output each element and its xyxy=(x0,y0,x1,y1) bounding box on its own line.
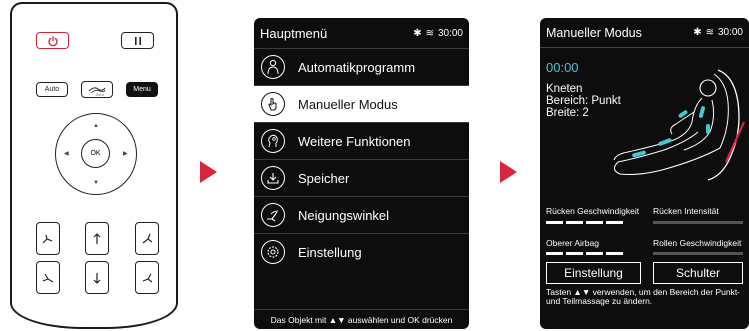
pause-button[interactable] xyxy=(121,32,154,49)
menu-item-neigungswinkel[interactable]: Neigungswinkel xyxy=(254,196,469,233)
massage-chair-body-icon xyxy=(613,69,746,181)
status-bar: Manueller Modus ✱ ≋ 30:00 xyxy=(540,18,749,48)
recline-up-icon xyxy=(42,234,53,243)
session-time: 30:00 xyxy=(437,27,463,39)
menu-item-label: Speicher xyxy=(298,170,350,186)
legrest-down-button[interactable] xyxy=(85,261,109,294)
backrest-down-icon xyxy=(142,273,153,282)
menu-item-einstellung[interactable]: Einstellung xyxy=(254,233,469,270)
manual-mode-screen: Manueller Modus ✱ ≋ 30:00 00:00 Kneten B… xyxy=(540,18,749,329)
backrest-up-button[interactable] xyxy=(135,222,159,255)
right-arrow-button[interactable]: ▶ xyxy=(123,151,128,157)
status-bar: Hauptmenü ✱ ≋ 30:00 xyxy=(254,18,469,48)
manual-mode-hint: Tasten ▲▼ verwenden, um den Bereich der … xyxy=(546,287,741,306)
heat-icon: ≋ xyxy=(705,27,714,38)
menu-item-label: Weitere Funktionen xyxy=(298,133,411,149)
legrest-up-button[interactable] xyxy=(85,222,109,255)
hand-icon xyxy=(261,92,285,116)
main-menu-title: Hauptmenü xyxy=(260,25,328,41)
upper-airbag-level-1 xyxy=(546,252,563,255)
menu-item-label: Manueller Modus xyxy=(298,96,398,112)
manual-mode-title: Manueller Modus xyxy=(546,25,642,40)
recline-up-button[interactable] xyxy=(36,222,60,255)
person-icon xyxy=(261,55,285,79)
upper-airbag-level-4 xyxy=(606,252,623,255)
backrest-up-icon xyxy=(142,233,153,243)
recline-down-icon xyxy=(42,273,54,283)
schulter-button[interactable]: Schulter xyxy=(653,262,743,284)
back-intensity-label: Rücken Intensität xyxy=(653,206,719,216)
massage-timer: 00:00 xyxy=(546,60,579,75)
menu-item-label: Einstellung xyxy=(298,244,362,260)
main-menu-screen: Hauptmenü ✱ ≋ 30:00 Automatikprogramm Ma… xyxy=(254,18,469,329)
menu-item-speicher[interactable]: Speicher xyxy=(254,159,469,196)
back-speed-label: Rücken Geschwindigkeit xyxy=(546,206,640,216)
ok-button[interactable]: OK xyxy=(81,139,110,168)
head-icon xyxy=(261,129,285,153)
next-step-arrow-2 xyxy=(500,161,517,183)
back-speed-level-3 xyxy=(586,221,603,224)
back-speed-level-2 xyxy=(566,221,583,224)
back-speed-level-1 xyxy=(546,221,563,224)
bluetooth-icon: ✱ xyxy=(693,27,702,38)
remote-control: Auto Zero Menu ▲ ▼ ◀ ▶ OK xyxy=(10,2,178,329)
gear-icon xyxy=(261,240,285,264)
einstellung-button[interactable]: Einstellung xyxy=(546,262,641,284)
roller-speed-bar xyxy=(653,252,743,255)
upper-airbag-label: Oberer Airbag xyxy=(546,238,599,248)
down-arrow-button[interactable]: ▼ xyxy=(93,180,99,186)
roller-speed-label: Rollen Geschwindigkeit xyxy=(653,238,742,248)
menu-item-manueller-modus[interactable]: Manueller Modus xyxy=(254,85,469,122)
upper-airbag-level-3 xyxy=(586,252,603,255)
recline-icon xyxy=(261,203,285,227)
menu-button[interactable]: Menu xyxy=(126,82,158,97)
menu-item-automatikprogramm[interactable]: Automatikprogramm xyxy=(254,48,469,85)
zero-label: Zero xyxy=(95,92,104,97)
power-icon xyxy=(47,35,58,46)
bluetooth-icon: ✱ xyxy=(413,27,422,39)
legrest-down-icon xyxy=(93,272,101,284)
recline-down-button[interactable] xyxy=(36,261,60,294)
backrest-down-button[interactable] xyxy=(135,261,159,294)
legrest-up-icon xyxy=(93,232,101,244)
zero-gravity-button[interactable]: Zero xyxy=(81,81,113,98)
auto-button[interactable]: Auto xyxy=(36,82,68,97)
main-menu-hint: Das Objekt mit ▲▼ auswählen und OK drück… xyxy=(254,309,469,329)
back-intensity-bar xyxy=(653,221,743,224)
power-button[interactable] xyxy=(36,32,69,49)
back-speed-level-4 xyxy=(606,221,623,224)
menu-item-label: Neigungswinkel xyxy=(298,207,390,223)
direction-pad: ▲ ▼ ◀ ▶ OK xyxy=(55,113,137,195)
menu-item-weitere-funktionen[interactable]: Weitere Funktionen xyxy=(254,122,469,159)
menu-item-label: Automatikprogramm xyxy=(298,59,416,75)
left-arrow-button[interactable]: ◀ xyxy=(64,151,69,157)
next-step-arrow-1 xyxy=(200,161,217,183)
heat-icon: ≋ xyxy=(425,27,434,39)
up-arrow-button[interactable]: ▲ xyxy=(93,123,99,129)
pause-icon xyxy=(134,36,141,45)
session-time: 30:00 xyxy=(717,27,743,38)
upper-airbag-level-2 xyxy=(566,252,583,255)
download-icon xyxy=(261,166,285,190)
